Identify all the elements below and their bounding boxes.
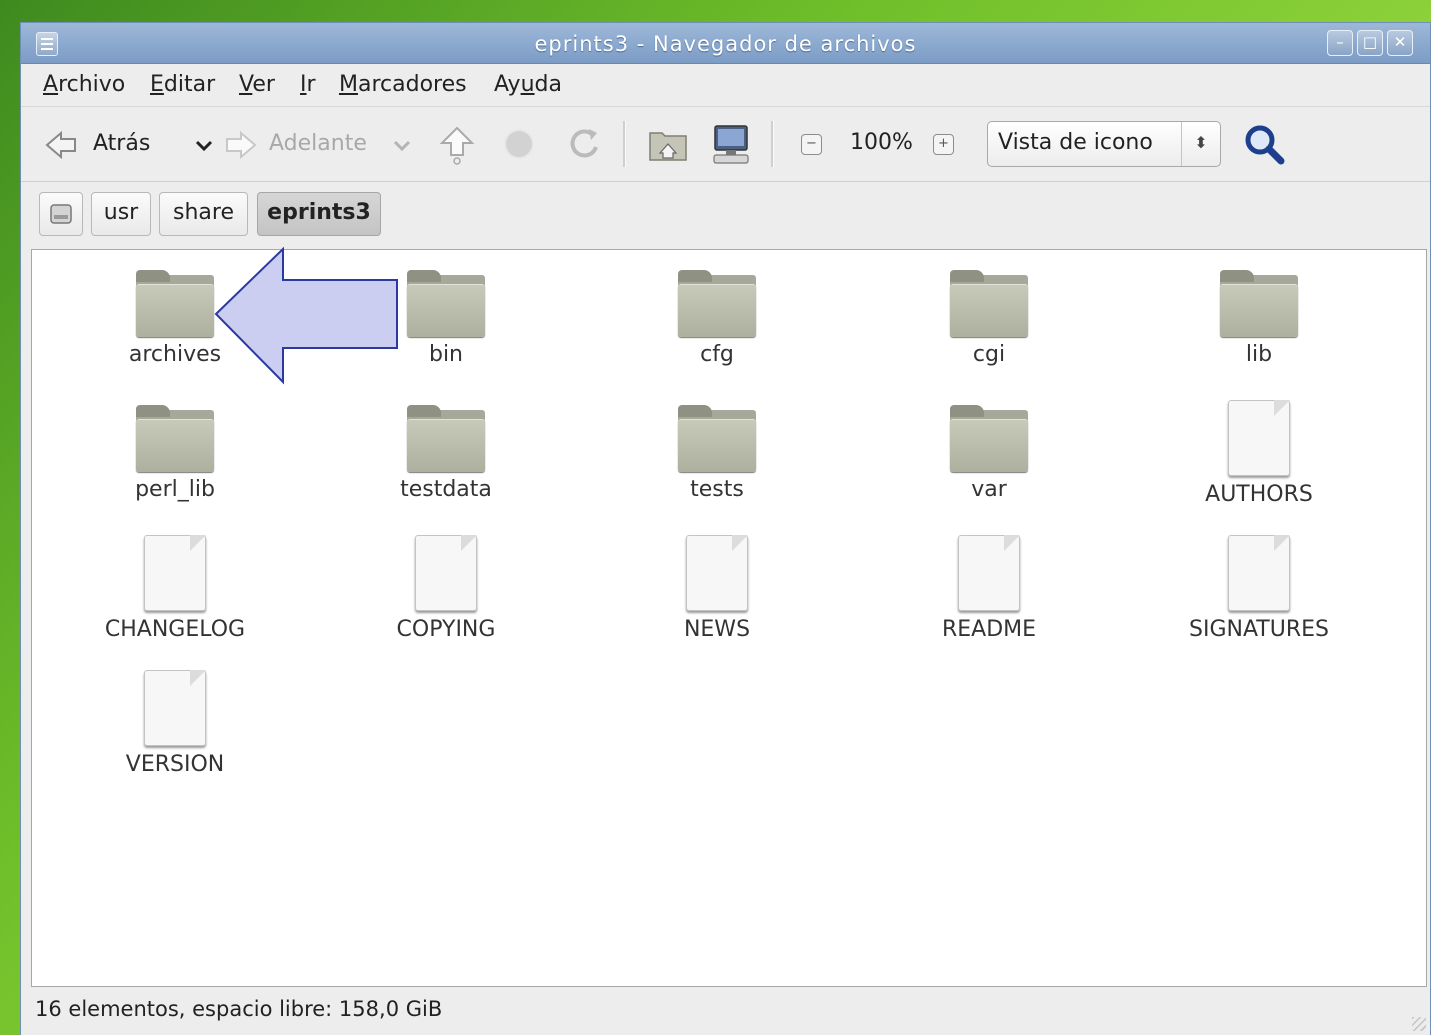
item-label: NEWS xyxy=(683,617,751,642)
folder-icon xyxy=(136,405,214,472)
folder-item[interactable]: var xyxy=(889,405,1089,502)
item-label: CHANGELOG xyxy=(104,617,246,642)
zoom-in-button[interactable]: + xyxy=(933,134,954,155)
root-drive-crumb[interactable] xyxy=(39,192,83,236)
item-label: perl_lib xyxy=(135,477,215,502)
folder-icon xyxy=(950,270,1028,337)
status-text: 16 elementos, espacio libre: 158,0 GiB xyxy=(35,997,443,1021)
status-bar: 16 elementos, espacio libre: 158,0 GiB xyxy=(21,987,1430,1035)
crumb-eprints3[interactable]: eprints3 xyxy=(257,192,381,236)
drive-icon xyxy=(50,204,72,224)
text-file-icon xyxy=(144,535,206,611)
item-label: VERSION xyxy=(125,752,225,777)
stop-icon[interactable] xyxy=(502,127,536,161)
file-item[interactable]: COPYING xyxy=(346,535,546,642)
menu-bar: Archivo Editar Ver Ir Marcadores Ayuda xyxy=(21,64,1430,107)
text-file-icon xyxy=(144,670,206,746)
menu-marcadores[interactable]: Marcadores xyxy=(339,72,467,97)
zoom-out-button[interactable]: − xyxy=(801,134,822,155)
back-button[interactable]: Atrás xyxy=(41,119,231,169)
file-browser-window: eprints3 - Navegador de archivos – □ ✕ A… xyxy=(20,22,1431,1035)
annotation-arrow-icon xyxy=(214,246,398,385)
menu-ver[interactable]: Ver xyxy=(239,72,275,97)
folder-item[interactable]: tests xyxy=(617,405,817,502)
item-label: testdata xyxy=(400,477,492,502)
forward-arrow-icon xyxy=(226,130,257,160)
folder-icon xyxy=(407,270,485,337)
resize-grip-icon[interactable] xyxy=(1412,1017,1426,1031)
forward-label: Adelante xyxy=(269,131,367,156)
file-item[interactable]: README xyxy=(889,535,1089,642)
zoom-level: 100% xyxy=(850,130,913,155)
folder-icon xyxy=(136,270,214,337)
item-label: SIGNATURES xyxy=(1189,617,1329,642)
crumb-share[interactable]: share xyxy=(159,192,248,236)
up-arrow-icon[interactable] xyxy=(439,125,475,165)
view-mode-select[interactable]: Vista de icono ⬍ xyxy=(987,121,1221,167)
item-label: COPYING xyxy=(396,617,496,642)
item-label: lib xyxy=(1245,342,1273,367)
file-item[interactable]: CHANGELOG xyxy=(75,535,275,642)
text-file-icon xyxy=(958,535,1020,611)
home-folder-icon[interactable] xyxy=(648,127,688,163)
item-label: AUTHORS xyxy=(1205,482,1313,507)
menu-editar[interactable]: Editar xyxy=(150,72,215,97)
folder-icon xyxy=(950,405,1028,472)
toolbar: Atrás Adelante − 100% + Vista de icono ⬍ xyxy=(21,107,1430,182)
search-icon[interactable] xyxy=(1243,123,1285,165)
folder-icon xyxy=(678,405,756,472)
text-file-icon xyxy=(1228,400,1290,476)
item-label: cfg xyxy=(700,342,734,367)
folder-item[interactable]: cfg xyxy=(617,270,817,367)
folder-item[interactable]: cgi xyxy=(889,270,1089,367)
file-item[interactable]: SIGNATURES xyxy=(1159,535,1359,642)
folder-icon xyxy=(1220,270,1298,337)
folder-item[interactable]: perl_lib xyxy=(75,405,275,502)
folder-icon xyxy=(678,270,756,337)
crumb-usr[interactable]: usr xyxy=(91,192,151,236)
file-item[interactable]: VERSION xyxy=(75,670,275,777)
close-icon[interactable]: ✕ xyxy=(1387,30,1413,56)
text-file-icon xyxy=(686,535,748,611)
forward-button[interactable]: Adelante xyxy=(221,119,416,169)
computer-icon[interactable] xyxy=(710,123,752,165)
menu-ayuda[interactable]: Ayuda xyxy=(494,72,562,97)
text-file-icon xyxy=(415,535,477,611)
minimize-icon[interactable]: – xyxy=(1327,30,1353,56)
item-label: tests xyxy=(690,477,744,502)
reload-icon[interactable] xyxy=(565,125,603,163)
folder-item[interactable]: testdata xyxy=(346,405,546,502)
file-item[interactable]: AUTHORS xyxy=(1159,400,1359,507)
back-arrow-icon xyxy=(45,130,76,160)
back-history-chevron-icon[interactable] xyxy=(195,139,213,153)
maximize-icon[interactable]: □ xyxy=(1357,30,1383,56)
menu-archivo[interactable]: Archivo xyxy=(43,72,125,97)
folder-icon xyxy=(407,405,485,472)
title-bar[interactable]: eprints3 - Navegador de archivos – □ ✕ xyxy=(21,23,1430,64)
file-item[interactable]: NEWS xyxy=(617,535,817,642)
path-bar: usr share eprints3 xyxy=(21,182,1430,248)
item-label: README xyxy=(941,617,1037,642)
menu-ir[interactable]: Ir xyxy=(300,72,316,97)
text-file-icon xyxy=(1228,535,1290,611)
window-title: eprints3 - Navegador de archivos xyxy=(534,32,917,56)
item-label: cgi xyxy=(972,342,1006,367)
folder-item[interactable]: lib xyxy=(1159,270,1359,367)
forward-history-chevron-icon[interactable] xyxy=(393,139,411,153)
view-mode-value: Vista de icono xyxy=(998,130,1153,155)
back-label: Atrás xyxy=(93,131,151,156)
updown-chevron-icon: ⬍ xyxy=(1181,122,1220,166)
item-label: var xyxy=(971,477,1007,502)
